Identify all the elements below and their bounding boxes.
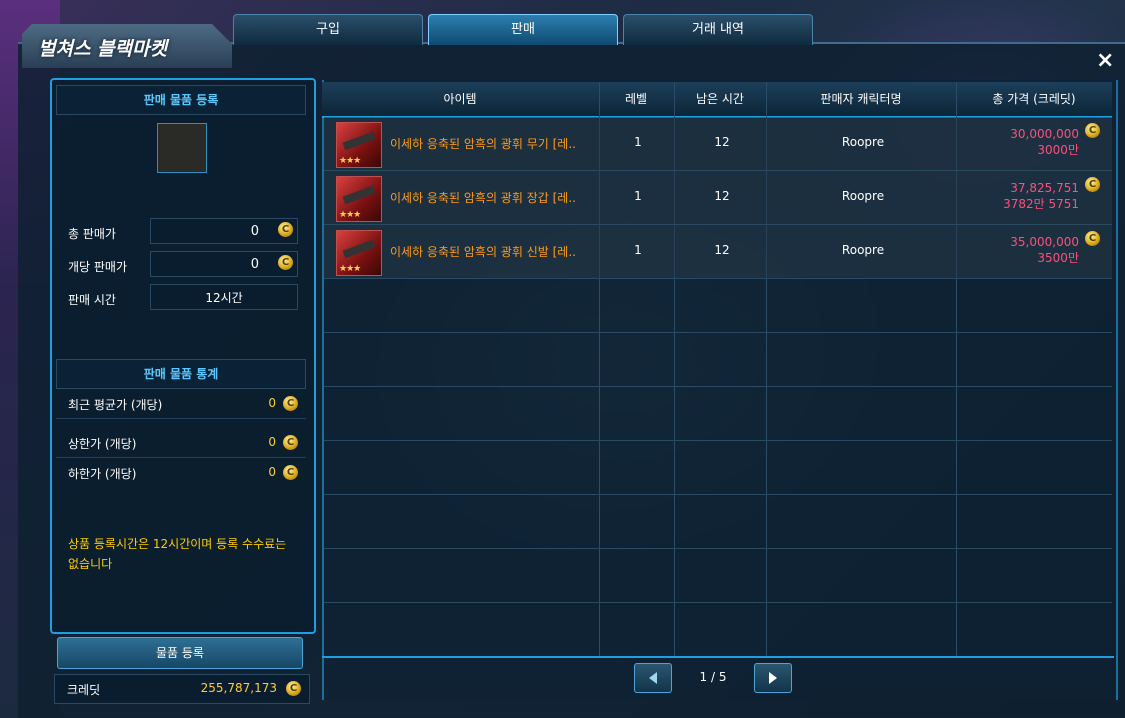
table-row[interactable]: ★★★ 이세하 응축된 암흑의 광휘 무기 [레.. 1 12 Roopre 3…: [324, 117, 1112, 171]
item-price: 37,825,751: [1010, 181, 1079, 195]
empty-row: [324, 279, 1112, 333]
empty-row: [324, 333, 1112, 387]
page-indicator: 1 / 5: [699, 670, 727, 684]
header-time: 남은 시간: [696, 92, 744, 106]
table-row[interactable]: ★★★ 이세하 응축된 암흑의 광휘 장갑 [레.. 1 12 Roopre 3…: [324, 171, 1112, 225]
total-price-value: 0: [250, 224, 259, 239]
table-row[interactable]: ★★★ 이세하 응축된 암흑의 광휘 신발 [레.. 1 12 Roopre 3…: [324, 225, 1112, 279]
coin-icon: C: [283, 465, 298, 480]
stat-label: 하한가 (개당): [68, 467, 137, 481]
item-seller: Roopre: [841, 135, 885, 149]
credit-value: 255,787,173: [200, 681, 277, 695]
notice-text: 상품 등록시간은 12시간이며 등록 수수료는 없습니다: [68, 537, 287, 571]
stat-label: 최근 평균가 (개당): [68, 398, 163, 412]
coin-icon: C: [1085, 123, 1100, 138]
stat-row-avg: 최근 평균가 (개당) 0 C: [56, 390, 306, 419]
register-section: 판매 물품 등록: [56, 85, 306, 115]
item-time: 12: [714, 243, 730, 257]
credit-display: 크레딧 255,787,173 C: [54, 674, 310, 704]
window-title: 벌쳐스 블랙마켓: [38, 38, 167, 60]
register-item-button[interactable]: 물품 등록: [57, 637, 303, 669]
unit-price-field[interactable]: 0 C: [150, 251, 298, 277]
arrow-left-icon: [649, 672, 657, 684]
coin-icon: C: [283, 435, 298, 450]
stat-row-max: 상한가 (개당) 0 C: [56, 429, 306, 458]
item-name: 이세하 응축된 암흑의 광휘 신발 [레..: [390, 245, 576, 259]
stats-title: 판매 물품 통계: [56, 359, 306, 389]
star-rating: ★★★: [339, 210, 361, 220]
stat-row-min: 하한가 (개당) 0 C: [56, 459, 306, 487]
register-title: 판매 물품 등록: [56, 85, 306, 115]
credit-label: 크레딧: [67, 683, 101, 697]
tab-sell[interactable]: 판매: [428, 14, 618, 45]
item-time: 12: [714, 189, 730, 203]
item-price-sub: 3500만: [1037, 251, 1079, 265]
empty-row: [324, 387, 1112, 441]
stat-value: 0: [268, 435, 276, 449]
item-seller: Roopre: [841, 243, 885, 257]
item-name: 이세하 응축된 암흑의 광휘 무기 [레..: [390, 137, 576, 151]
glove-item-icon: ★★★: [336, 176, 382, 222]
unit-price-label: 개당 판매가: [68, 260, 128, 274]
item-level: 1: [634, 189, 642, 203]
arrow-right-icon: [769, 672, 777, 684]
coin-icon: C: [278, 222, 293, 237]
tab-history[interactable]: 거래 내역: [623, 14, 813, 45]
unit-price-value: 0: [250, 257, 259, 272]
coin-icon: C: [1085, 231, 1100, 246]
total-price-field[interactable]: 0 C: [150, 218, 298, 244]
stat-label: 상한가 (개당): [68, 437, 137, 451]
stat-value: 0: [268, 465, 276, 479]
shoes-item-icon: ★★★: [336, 230, 382, 276]
close-icon[interactable]: ×: [1096, 48, 1114, 73]
item-price-sub: 3000만: [1037, 143, 1079, 157]
empty-row: [324, 441, 1112, 495]
header-price: 총 가격 (크레딧): [992, 92, 1076, 106]
item-price: 30,000,000: [1010, 127, 1079, 141]
stat-value: 0: [268, 396, 276, 410]
star-rating: ★★★: [339, 264, 361, 274]
header-seller: 판매자 캐릭터명: [820, 92, 902, 106]
item-level: 1: [634, 243, 642, 257]
tab-buy[interactable]: 구입: [233, 14, 423, 45]
item-seller: Roopre: [841, 189, 885, 203]
prev-page-button[interactable]: [634, 663, 672, 693]
item-level: 1: [634, 135, 642, 149]
item-price-sub: 3782만 5751: [1003, 197, 1079, 211]
sell-time-field[interactable]: 12시간: [150, 284, 298, 310]
coin-icon: C: [1085, 177, 1100, 192]
header-level: 레벨: [624, 92, 648, 106]
item-slot[interactable]: [157, 123, 207, 173]
coin-icon: C: [286, 681, 301, 696]
coin-icon: C: [278, 255, 293, 270]
empty-row: [324, 495, 1112, 549]
weapon-item-icon: ★★★: [336, 122, 382, 168]
empty-row: [324, 549, 1112, 603]
item-name: 이세하 응축된 암흑의 광휘 장갑 [레..: [390, 191, 576, 205]
coin-icon: C: [283, 396, 298, 411]
stats-section: 판매 물품 통계: [56, 359, 306, 389]
next-page-button[interactable]: [754, 663, 792, 693]
item-price: 35,000,000: [1010, 235, 1079, 249]
table-header: 아이템 레벨 남은 시간 판매자 캐릭터명 총 가격 (크레딧): [322, 82, 1112, 118]
total-price-label: 총 판매가: [68, 227, 116, 241]
sell-time-label: 판매 시간: [68, 293, 116, 307]
header-item: 아이템: [443, 92, 477, 106]
item-time: 12: [714, 135, 730, 149]
star-rating: ★★★: [339, 156, 361, 166]
